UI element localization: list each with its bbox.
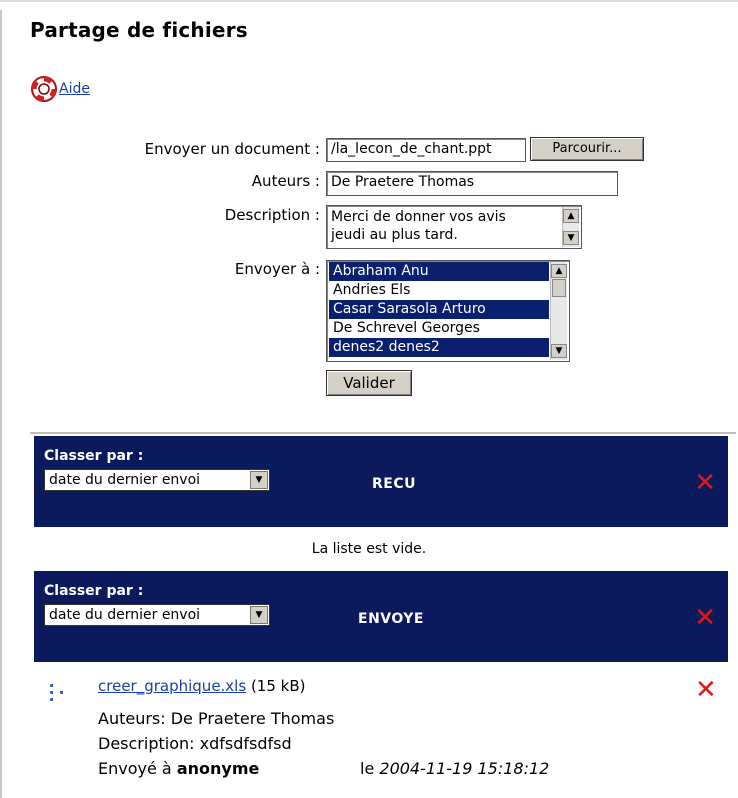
- scroll-down-icon[interactable]: ▼: [563, 231, 579, 245]
- sent-sort-select[interactable]: date du dernier envoi ▼: [44, 604, 270, 626]
- file-description: Description: xdfsdfsdfsd: [98, 734, 292, 753]
- authors-label: Auteurs :: [251, 172, 320, 190]
- file-sent-to: Envoyé à anonyme: [98, 759, 259, 778]
- sent-header-bar: Classer par : date du dernier envoi ▼ EN…: [34, 571, 728, 662]
- help-link-group[interactable]: Aide: [30, 75, 90, 103]
- recipient-option[interactable]: Abraham Anu: [329, 262, 549, 281]
- send-document-label: Envoyer un document :: [144, 140, 320, 158]
- page-title: Partage de fichiers: [30, 18, 248, 42]
- recipient-option[interactable]: denes2 denes2: [329, 338, 549, 357]
- description-line-1: Merci de donner vos avis: [331, 209, 506, 225]
- section-divider: [30, 432, 736, 434]
- received-empty-message: La liste est vide.: [311, 541, 427, 557]
- file-size: (15 kB): [250, 677, 306, 695]
- description-line-2: jeudi au plus tard.: [331, 227, 458, 243]
- file-link[interactable]: creer_graphique.xls: [98, 677, 246, 695]
- scroll-thumb[interactable]: [552, 279, 566, 297]
- received-sort-label: Classer par :: [44, 448, 144, 464]
- file-authors: Auteurs: De Praetere Thomas: [98, 709, 335, 728]
- recipient-option[interactable]: De Schrevel Georges: [329, 319, 549, 338]
- description-textarea[interactable]: Merci de donner vos avis jeudi au plus t…: [326, 205, 582, 249]
- description-scrollbar[interactable]: ▲ ▼: [562, 207, 579, 247]
- chevron-down-icon[interactable]: ▼: [250, 471, 268, 489]
- recipient-option[interactable]: Andries Els: [329, 281, 549, 300]
- received-sort-select[interactable]: date du dernier envoi ▼: [44, 469, 270, 491]
- spreadsheet-icon: [50, 684, 63, 701]
- chevron-down-icon[interactable]: ▼: [250, 606, 268, 624]
- date-prefix: le: [360, 759, 375, 778]
- browse-button[interactable]: Parcourir...: [530, 137, 644, 161]
- sent-file-entry: creer_graphique.xls (15 kB): [98, 677, 306, 695]
- sent-to-prefix: Envoyé à: [98, 759, 172, 778]
- lifebuoy-icon[interactable]: [30, 75, 58, 103]
- recipient-option[interactable]: Casar Sarasola Arturo: [329, 300, 549, 319]
- scroll-up-icon[interactable]: ▲: [563, 209, 579, 223]
- scroll-up-icon[interactable]: ▲: [551, 264, 567, 278]
- sent-sort-value: date du dernier envoi: [49, 607, 201, 623]
- received-heading: RECU: [372, 476, 416, 492]
- recipients-scrollbar[interactable]: ▲ ▼: [550, 262, 567, 360]
- help-link[interactable]: Aide: [59, 81, 90, 97]
- delete-file-icon[interactable]: ✕: [695, 677, 717, 703]
- send-to-label: Envoyer à :: [234, 260, 320, 278]
- description-label: Description :: [224, 206, 320, 224]
- file-path-input[interactable]: /la_lecon_de_chant.ppt: [326, 138, 526, 162]
- authors-input[interactable]: De Praetere Thomas: [326, 171, 618, 196]
- sent-to-recipient: anonyme: [176, 759, 260, 778]
- date-value: 2004-11-19 15:18:12: [379, 759, 550, 778]
- sent-heading: ENVOYE: [358, 611, 424, 627]
- recipients-listbox[interactable]: Abraham Anu Andries Els Casar Sarasola A…: [326, 260, 570, 362]
- frame-top-border: [0, 0, 738, 2]
- submit-button[interactable]: Valider: [326, 370, 412, 396]
- sent-sort-label: Classer par :: [44, 583, 144, 599]
- delete-all-received-icon[interactable]: ✕: [694, 470, 716, 496]
- delete-all-sent-icon[interactable]: ✕: [694, 605, 716, 631]
- received-header-bar: Classer par : date du dernier envoi ▼ RE…: [34, 436, 728, 527]
- received-sort-value: date du dernier envoi: [49, 472, 201, 488]
- frame-left-border: [0, 10, 2, 798]
- file-date: le 2004-11-19 15:18:12: [360, 759, 549, 778]
- scroll-down-icon[interactable]: ▼: [551, 344, 567, 358]
